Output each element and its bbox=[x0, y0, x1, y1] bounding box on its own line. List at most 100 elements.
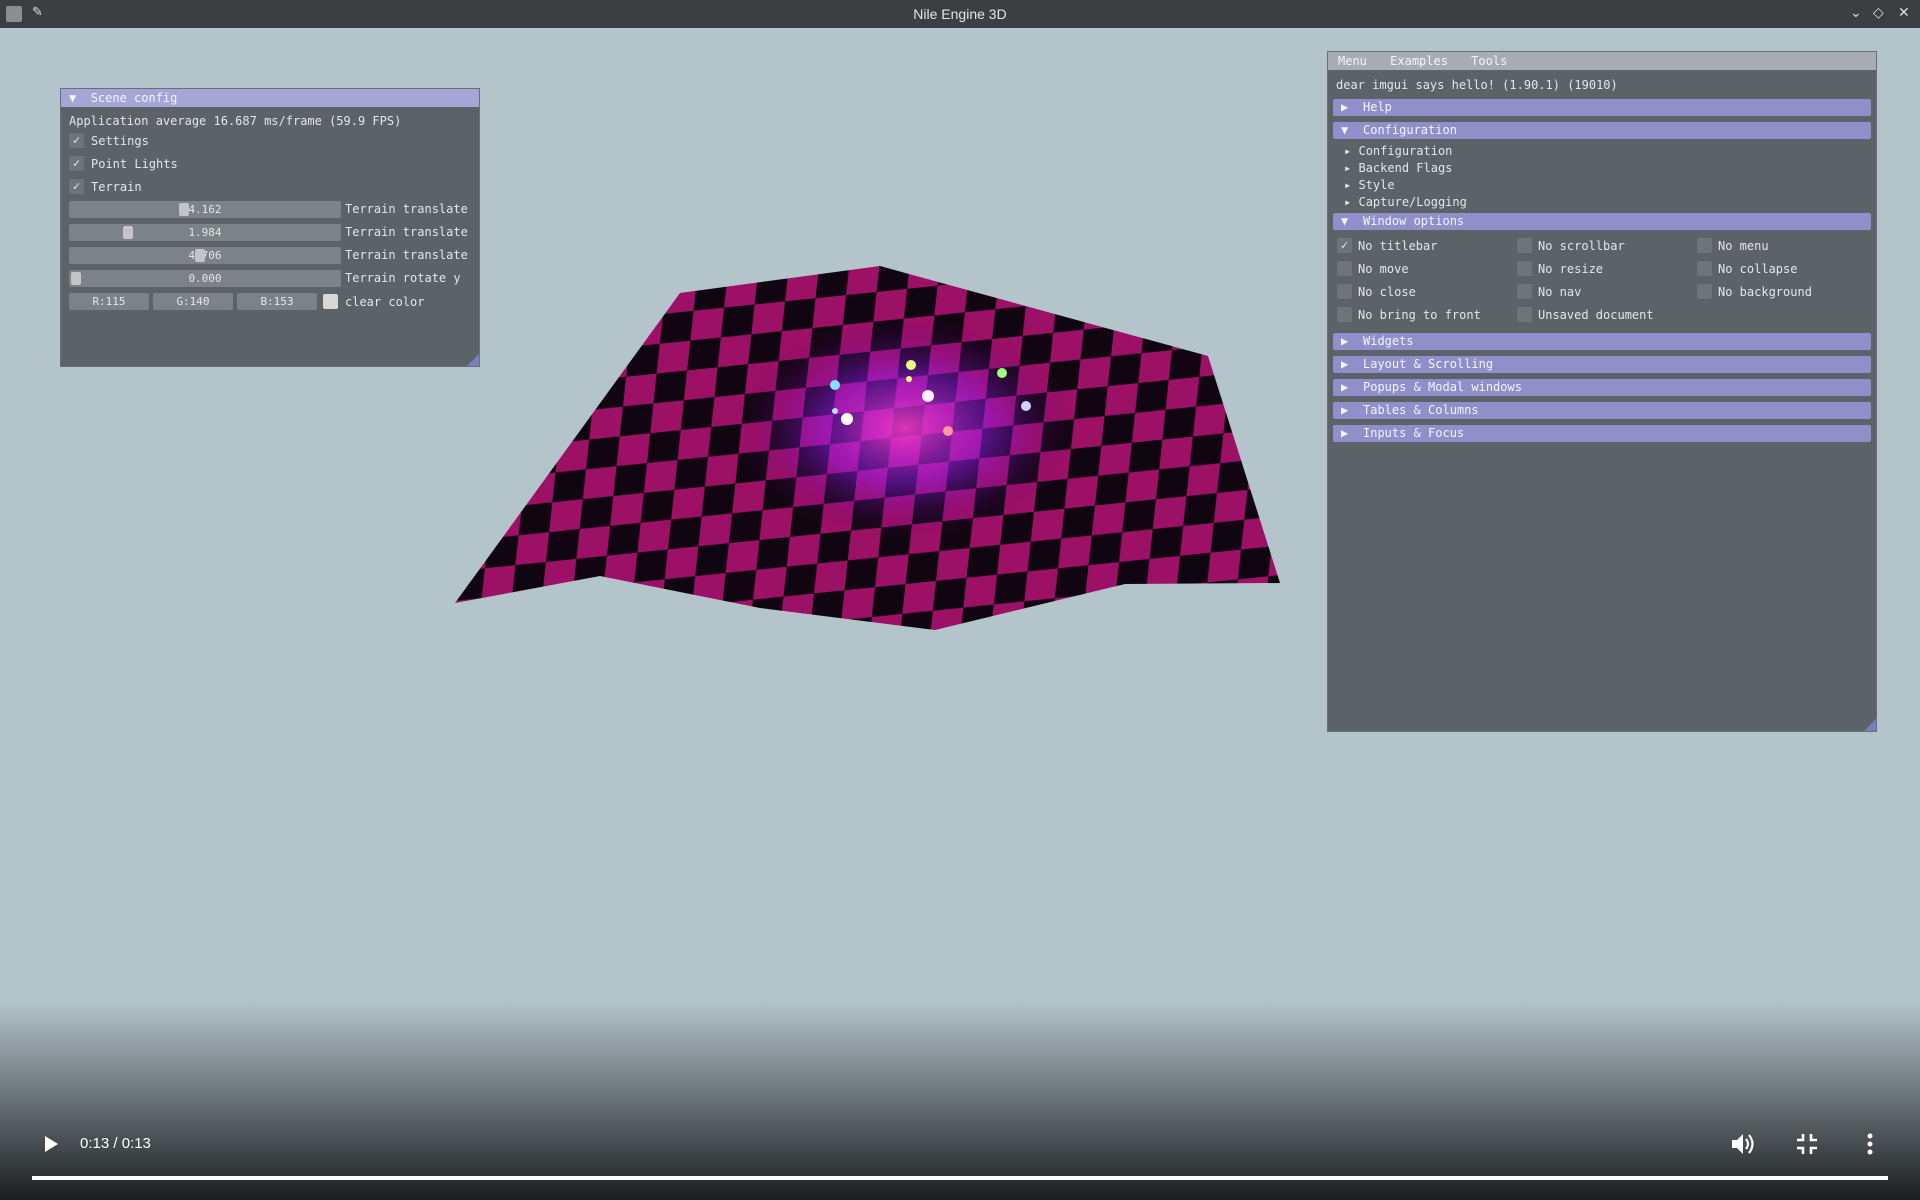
color-g-field[interactable]: G:140 bbox=[153, 293, 233, 310]
header-label: Help bbox=[1363, 100, 1392, 114]
color-b-field[interactable]: B:153 bbox=[237, 293, 317, 310]
slider-value: 1.984 bbox=[188, 226, 222, 239]
no-titlebar-checkbox[interactable]: ✓ bbox=[1337, 238, 1352, 253]
unsaved-document-label: Unsaved document bbox=[1538, 308, 1654, 322]
clear-color-swatch[interactable] bbox=[323, 294, 338, 309]
collapse-arrow-icon[interactable]: ▼ bbox=[69, 91, 76, 105]
tree-arrow-icon: ▸ bbox=[1344, 178, 1352, 192]
header-popups-modal[interactable]: ▶ Popups & Modal windows bbox=[1333, 379, 1871, 396]
expand-arrow-icon: ▶ bbox=[1341, 357, 1349, 371]
no-collapse-checkbox[interactable] bbox=[1697, 261, 1712, 276]
hello-text: dear imgui says hello! (1.90.1) (19010) bbox=[1336, 78, 1618, 92]
close-icon[interactable]: ✕ bbox=[1898, 4, 1910, 21]
menu-item-menu[interactable]: Menu bbox=[1338, 52, 1367, 70]
header-window-options[interactable]: ▼ Window options bbox=[1333, 213, 1871, 230]
no-menu-checkbox[interactable] bbox=[1697, 238, 1712, 253]
header-configuration[interactable]: ▼ Configuration bbox=[1333, 122, 1871, 139]
terrain-rotate-y-slider[interactable]: 0.000 bbox=[69, 270, 341, 287]
header-tables-columns[interactable]: ▶ Tables & Columns bbox=[1333, 402, 1871, 419]
no-collapse-label: No collapse bbox=[1718, 262, 1798, 276]
player-controls-overlay bbox=[0, 1000, 1920, 1200]
menu-item-tools[interactable]: Tools bbox=[1471, 52, 1507, 70]
header-label: Configuration bbox=[1363, 123, 1457, 137]
point-lights-checkbox[interactable]: ✓ bbox=[69, 156, 84, 171]
terrain-translate-y-label: Terrain translate y bbox=[345, 225, 475, 239]
header-help[interactable]: ▶ Help bbox=[1333, 99, 1871, 116]
no-bring-to-front-label: No bring to front bbox=[1358, 308, 1481, 322]
seek-bar[interactable] bbox=[32, 1176, 1888, 1180]
expand-arrow-icon: ▶ bbox=[1341, 426, 1349, 440]
no-menu-label: No menu bbox=[1718, 239, 1769, 253]
tree-label: Style bbox=[1358, 178, 1395, 192]
expand-arrow-icon: ▶ bbox=[1341, 334, 1349, 348]
imgui-demo-window[interactable]: Menu Examples Tools dear imgui says hell… bbox=[1327, 51, 1877, 732]
header-widgets[interactable]: ▶ Widgets bbox=[1333, 333, 1871, 350]
no-resize-label: No resize bbox=[1538, 262, 1604, 276]
no-background-label: No background bbox=[1718, 285, 1812, 299]
header-layout-scrolling[interactable]: ▶ Layout & Scrolling bbox=[1333, 356, 1871, 373]
exit-fullscreen-icon[interactable] bbox=[1794, 1131, 1820, 1157]
window-title: Nile Engine 3D bbox=[913, 6, 1007, 22]
more-options-icon[interactable] bbox=[1860, 1131, 1880, 1157]
resize-grip[interactable] bbox=[467, 354, 479, 366]
terrain-checkbox[interactable]: ✓ bbox=[69, 179, 84, 194]
no-close-checkbox[interactable] bbox=[1337, 284, 1352, 299]
no-resize-checkbox[interactable] bbox=[1517, 261, 1532, 276]
minimize-icon[interactable]: ⌄ bbox=[1850, 4, 1862, 21]
no-scrollbar-label: No scrollbar bbox=[1538, 239, 1625, 253]
tree-item-configuration[interactable]: ▸ Configuration bbox=[1344, 144, 1452, 158]
tree-item-capture-logging[interactable]: ▸ Capture/Logging bbox=[1344, 195, 1467, 209]
terrain-translate-x-slider[interactable]: 4.162 bbox=[69, 201, 341, 218]
header-label: Tables & Columns bbox=[1363, 403, 1479, 417]
window-titlebar: ✎ Nile Engine 3D ⌄ ◇ ✕ bbox=[0, 0, 1920, 28]
header-label: Layout & Scrolling bbox=[1363, 357, 1494, 371]
tree-arrow-icon: ▸ bbox=[1344, 161, 1352, 175]
no-bring-to-front-checkbox[interactable] bbox=[1337, 307, 1352, 322]
no-nav-label: No nav bbox=[1538, 285, 1582, 299]
fps-text: Application average 16.687 ms/frame (59.… bbox=[69, 114, 402, 128]
resize-grip[interactable] bbox=[1864, 719, 1876, 731]
tree-arrow-icon: ▸ bbox=[1344, 195, 1352, 209]
header-inputs-focus[interactable]: ▶ Inputs & Focus bbox=[1333, 425, 1871, 442]
clear-color-label: clear color bbox=[345, 295, 425, 309]
collapse-arrow-icon: ▼ bbox=[1341, 123, 1349, 137]
terrain-translate-y-slider[interactable]: 1.984 bbox=[69, 224, 341, 241]
tree-label: Capture/Logging bbox=[1358, 195, 1467, 209]
no-background-checkbox[interactable] bbox=[1697, 284, 1712, 299]
header-label: Window options bbox=[1363, 214, 1465, 228]
slider-grab[interactable] bbox=[179, 203, 189, 216]
header-label: Widgets bbox=[1363, 334, 1414, 348]
expand-arrow-icon: ▶ bbox=[1341, 403, 1349, 417]
tree-arrow-icon: ▸ bbox=[1344, 144, 1352, 158]
scene-config-titlebar[interactable]: ▼ Scene config bbox=[61, 89, 479, 107]
terrain-translate-z-slider[interactable]: 4.706 bbox=[69, 247, 341, 264]
menu-item-examples[interactable]: Examples bbox=[1390, 52, 1448, 70]
expand-arrow-icon: ▶ bbox=[1341, 380, 1349, 394]
tree-item-style[interactable]: ▸ Style bbox=[1344, 178, 1395, 192]
slider-grab[interactable] bbox=[195, 249, 205, 262]
terrain-rotate-y-label: Terrain rotate y bbox=[345, 271, 461, 285]
collapse-arrow-icon: ▼ bbox=[1341, 214, 1349, 228]
play-icon[interactable] bbox=[38, 1132, 62, 1156]
no-move-checkbox[interactable] bbox=[1337, 261, 1352, 276]
scene-config-title: Scene config bbox=[90, 91, 178, 105]
maximize-icon[interactable]: ◇ bbox=[1873, 4, 1884, 21]
no-scrollbar-checkbox[interactable] bbox=[1517, 238, 1532, 253]
slider-value: 0.000 bbox=[188, 272, 222, 285]
no-move-label: No move bbox=[1358, 262, 1409, 276]
tree-label: Configuration bbox=[1358, 144, 1453, 158]
color-r-field[interactable]: R:115 bbox=[69, 293, 149, 310]
demo-menubar: Menu Examples Tools bbox=[1328, 52, 1876, 70]
slider-grab[interactable] bbox=[123, 226, 133, 239]
point-lights-label: Point Lights bbox=[91, 157, 178, 171]
settings-checkbox[interactable]: ✓ bbox=[69, 133, 84, 148]
terrain-translate-x-label: Terrain translate x bbox=[345, 202, 475, 216]
expand-arrow-icon: ▶ bbox=[1341, 100, 1349, 114]
time-display: 0:13 / 0:13 bbox=[80, 1135, 151, 1152]
tree-item-backend-flags[interactable]: ▸ Backend Flags bbox=[1344, 161, 1452, 175]
unsaved-document-checkbox[interactable] bbox=[1517, 307, 1532, 322]
scene-config-window[interactable]: ▼ Scene config Application average 16.68… bbox=[60, 88, 480, 367]
volume-icon[interactable] bbox=[1729, 1131, 1757, 1157]
no-nav-checkbox[interactable] bbox=[1517, 284, 1532, 299]
slider-grab[interactable] bbox=[71, 272, 81, 285]
